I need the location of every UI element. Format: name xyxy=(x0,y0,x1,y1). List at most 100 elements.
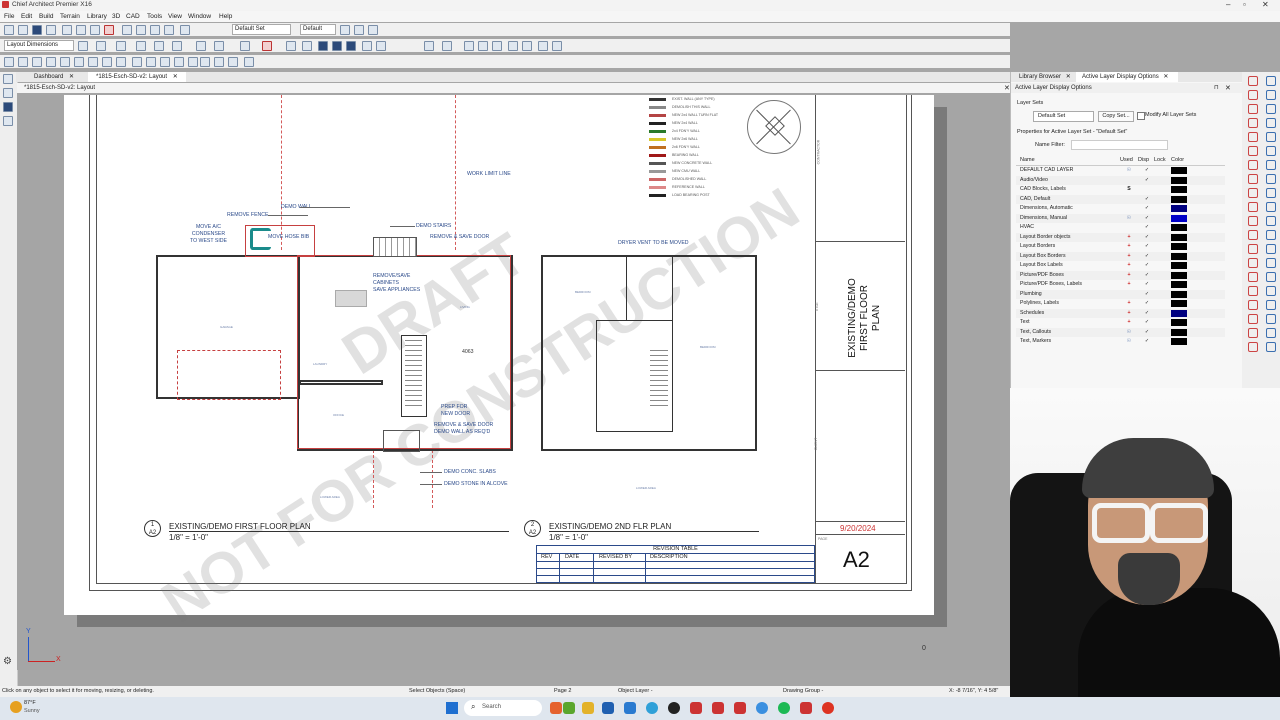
gear-icon[interactable]: ⚙ xyxy=(3,656,12,667)
layer-row[interactable]: Plumbing ✓ xyxy=(1016,289,1225,299)
layer-color-swatch[interactable] xyxy=(1171,271,1187,279)
spotify-icon[interactable] xyxy=(778,702,790,714)
cad-tool-icon[interactable] xyxy=(1248,286,1258,296)
tab-dashboard[interactable]: Dashboard ✕ xyxy=(26,72,90,82)
layer-color-swatch[interactable] xyxy=(1171,233,1187,241)
window-tool-icon[interactable] xyxy=(60,57,70,67)
lightbulb-icon[interactable] xyxy=(354,25,364,35)
layer-color-swatch[interactable] xyxy=(1171,214,1187,222)
cad-tool-icon[interactable] xyxy=(1248,188,1258,198)
menu-window[interactable]: Window xyxy=(188,13,211,20)
menu-3d[interactable]: 3D xyxy=(112,13,120,20)
edge-icon[interactable] xyxy=(646,702,658,714)
cad-tool-icon[interactable] xyxy=(1248,202,1258,212)
draw-arc-icon[interactable] xyxy=(3,88,13,98)
zoom-out-icon[interactable] xyxy=(174,57,184,67)
name-filter-input[interactable] xyxy=(1071,140,1168,150)
materials-icon[interactable] xyxy=(508,41,518,51)
undo-icon[interactable] xyxy=(76,25,86,35)
layer-color-swatch[interactable] xyxy=(1171,186,1187,193)
layer-row[interactable]: Layout Box Labels + ✓ xyxy=(1016,261,1225,270)
spline-tool-icon[interactable] xyxy=(214,41,224,51)
chief-architect-icon[interactable] xyxy=(712,702,724,714)
tab-active-layer-display-options[interactable]: Active Layer Display Options ✕ xyxy=(1076,72,1178,82)
store-icon[interactable] xyxy=(624,702,636,714)
close-tab-icon[interactable]: ✕ xyxy=(1066,74,1071,80)
arc-tool-icon[interactable] xyxy=(196,41,206,51)
grid-icon[interactable] xyxy=(552,41,562,51)
save-icon[interactable] xyxy=(32,25,42,35)
layer-display-checkbox[interactable]: ✓ xyxy=(1142,271,1152,280)
plan-icon[interactable] xyxy=(136,25,146,35)
stairs-tool-icon[interactable] xyxy=(74,57,84,67)
layer-row[interactable]: Schedules + ✓ xyxy=(1016,308,1225,318)
layer-row[interactable]: Picture/PDF Boxes + ✓ xyxy=(1016,270,1225,280)
cad-tool-icon[interactable] xyxy=(1266,202,1276,212)
layer-display-checkbox[interactable]: ✓ xyxy=(1142,223,1152,232)
cad-tool-icon[interactable] xyxy=(1266,258,1276,268)
browser-icon[interactable] xyxy=(756,702,768,714)
cad-tool-icon[interactable] xyxy=(1248,160,1258,170)
cad-tool-icon[interactable] xyxy=(1248,342,1258,352)
layer-row[interactable]: Dimensions, Manual ☉ ✓ xyxy=(1016,213,1225,223)
schedule-icon[interactable] xyxy=(362,41,372,51)
menu-terrain[interactable]: Terrain xyxy=(60,13,80,20)
cad-tool-icon[interactable] xyxy=(1266,118,1276,128)
cad-tool-icon[interactable] xyxy=(1266,230,1276,240)
col-disp[interactable]: Disp xyxy=(1138,156,1149,165)
cad-tool-icon[interactable] xyxy=(1248,272,1258,282)
col-used[interactable]: Used xyxy=(1120,156,1133,165)
cad-tool-icon[interactable] xyxy=(1248,118,1258,128)
layer-color-swatch[interactable] xyxy=(1171,262,1187,269)
cad-tool-icon[interactable] xyxy=(1248,216,1258,226)
menu-edit[interactable]: Edit xyxy=(21,13,32,20)
zoom-icon[interactable] xyxy=(228,57,238,67)
menu-view[interactable]: View xyxy=(168,13,182,20)
cad-tool-icon[interactable] xyxy=(1266,146,1276,156)
framing-tool-icon[interactable] xyxy=(146,57,156,67)
cut-icon[interactable] xyxy=(62,25,72,35)
line-tool-icon[interactable] xyxy=(172,41,182,51)
close-panel-icon[interactable]: ✕ xyxy=(1225,84,1231,92)
export-icon[interactable] xyxy=(522,41,532,51)
text-tool-icon[interactable] xyxy=(78,41,88,51)
room-tool-icon[interactable] xyxy=(88,57,98,67)
layer-icon[interactable] xyxy=(122,25,132,35)
layer-color-swatch[interactable] xyxy=(1171,290,1187,298)
cad-tool-icon[interactable] xyxy=(1266,244,1276,254)
taskbar-app-icon[interactable] xyxy=(800,702,812,714)
layer-display-checkbox[interactable]: ✓ xyxy=(1142,242,1152,251)
chief-architect-icon[interactable] xyxy=(690,702,702,714)
elevation-icon[interactable] xyxy=(464,41,474,51)
layer-display-checkbox[interactable]: ✓ xyxy=(1142,204,1152,213)
modify-all-checkbox[interactable] xyxy=(1137,112,1145,120)
taskbar-search[interactable]: ⌕ Search xyxy=(464,700,542,716)
layer-color-swatch[interactable] xyxy=(1171,176,1187,184)
layer-color-swatch[interactable] xyxy=(1171,319,1187,326)
print-icon[interactable] xyxy=(46,25,56,35)
cad-tool-icon[interactable] xyxy=(1266,132,1276,142)
taskbar-app-icon[interactable] xyxy=(822,702,834,714)
cad-tool-icon[interactable] xyxy=(1248,132,1258,142)
windows-start-icon[interactable] xyxy=(446,702,458,714)
tab-layout[interactable]: *1815-Esch-SD-v2: Layout ✕ xyxy=(88,72,186,82)
menu-build[interactable]: Build xyxy=(39,13,53,20)
cad-tool-icon[interactable] xyxy=(1266,314,1276,324)
layer-color-swatch[interactable] xyxy=(1171,338,1187,345)
cad-tool-icon[interactable] xyxy=(1266,300,1276,310)
select-area-icon[interactable] xyxy=(18,57,28,67)
page-number-icon[interactable] xyxy=(200,57,210,67)
layer-display-checkbox[interactable]: ✓ xyxy=(1142,166,1152,175)
layer-color-swatch[interactable] xyxy=(1171,252,1187,260)
arrow-tool-icon[interactable] xyxy=(116,41,126,51)
layer-display-checkbox[interactable]: ✓ xyxy=(1142,252,1152,261)
layer-row[interactable]: Layout Border objects + ✓ xyxy=(1016,232,1225,242)
polyline-tool-icon[interactable] xyxy=(286,41,296,51)
cad-tool-icon[interactable] xyxy=(1248,90,1258,100)
layer-row[interactable]: Picture/PDF Boxes, Labels + ✓ xyxy=(1016,280,1225,289)
layer-row[interactable]: Text + ✓ xyxy=(1016,318,1225,327)
fill-window-icon[interactable] xyxy=(244,57,254,67)
layer-display-checkbox[interactable]: ✓ xyxy=(1142,299,1152,308)
menu-cad[interactable]: CAD xyxy=(126,13,140,20)
maximize-icon[interactable]: ▫ xyxy=(1243,0,1246,9)
